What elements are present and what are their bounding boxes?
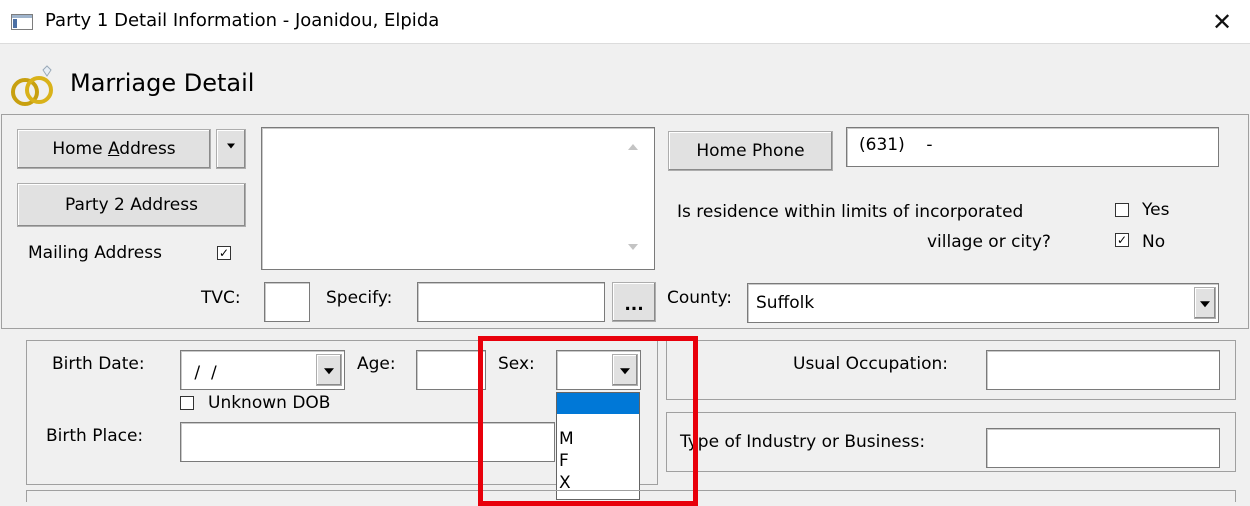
mailing-address-label: Mailing Address <box>28 243 162 263</box>
home-address-dropdown-button[interactable] <box>216 129 246 169</box>
specify-browse-button[interactable]: ... <box>612 282 656 322</box>
residence-question-line2: village or city? <box>927 232 1051 252</box>
county-dropdown-button[interactable] <box>1194 287 1216 319</box>
birth-date-label: Birth Date: <box>52 354 145 374</box>
party2-address-button[interactable]: Party 2 Address <box>17 183 246 227</box>
scroll-up-icon[interactable] <box>628 144 638 150</box>
residence-no-checkbox[interactable]: ✓ <box>1115 233 1129 247</box>
usual-occupation-label: Usual Occupation: <box>793 354 948 374</box>
usual-occupation-input[interactable] <box>986 350 1220 390</box>
home-phone-button[interactable]: Home Phone <box>668 131 833 171</box>
chevron-down-icon <box>324 368 334 375</box>
mailing-address-checkbox[interactable]: ✓ <box>217 246 231 260</box>
specify-label: Specify: <box>326 288 393 308</box>
highlight-box <box>478 336 698 506</box>
industry-label: Type of Industry or Business: <box>680 432 926 452</box>
app-window-icon <box>11 14 33 30</box>
birth-date-picker-button[interactable] <box>316 354 342 386</box>
county-select[interactable]: Suffolk <box>747 283 1219 323</box>
industry-input[interactable] <box>986 428 1220 468</box>
window-title: Party 1 Detail Information - Joanidou, E… <box>45 10 440 31</box>
age-label: Age: <box>357 354 396 374</box>
scroll-down-icon[interactable] <box>628 244 638 250</box>
close-icon[interactable]: ✕ <box>1206 6 1238 38</box>
residence-yes-checkbox[interactable] <box>1115 203 1129 217</box>
page-title: Marriage Detail <box>70 69 255 97</box>
home-address-button[interactable]: Home Address <box>17 129 211 169</box>
birth-place-label: Birth Place: <box>46 426 144 446</box>
county-label: County: <box>667 288 733 308</box>
home-address-label: Home Address <box>52 139 176 159</box>
specify-input[interactable] <box>417 282 605 322</box>
address-textarea[interactable] <box>261 127 655 270</box>
age-input[interactable] <box>416 350 486 390</box>
home-phone-input[interactable]: (631) - <box>846 127 1219 167</box>
tvc-label: TVC: <box>201 288 241 308</box>
unknown-dob-label: Unknown DOB <box>208 393 331 413</box>
wedding-rings-icon <box>7 64 63 108</box>
chevron-down-icon <box>1200 301 1210 308</box>
tvc-input[interactable] <box>264 282 310 322</box>
residence-question-line1: Is residence within limits of incorporat… <box>677 202 1024 222</box>
unknown-dob-checkbox[interactable] <box>180 396 194 410</box>
residence-yes-label: Yes <box>1142 200 1170 220</box>
residence-no-label: No <box>1142 232 1166 252</box>
